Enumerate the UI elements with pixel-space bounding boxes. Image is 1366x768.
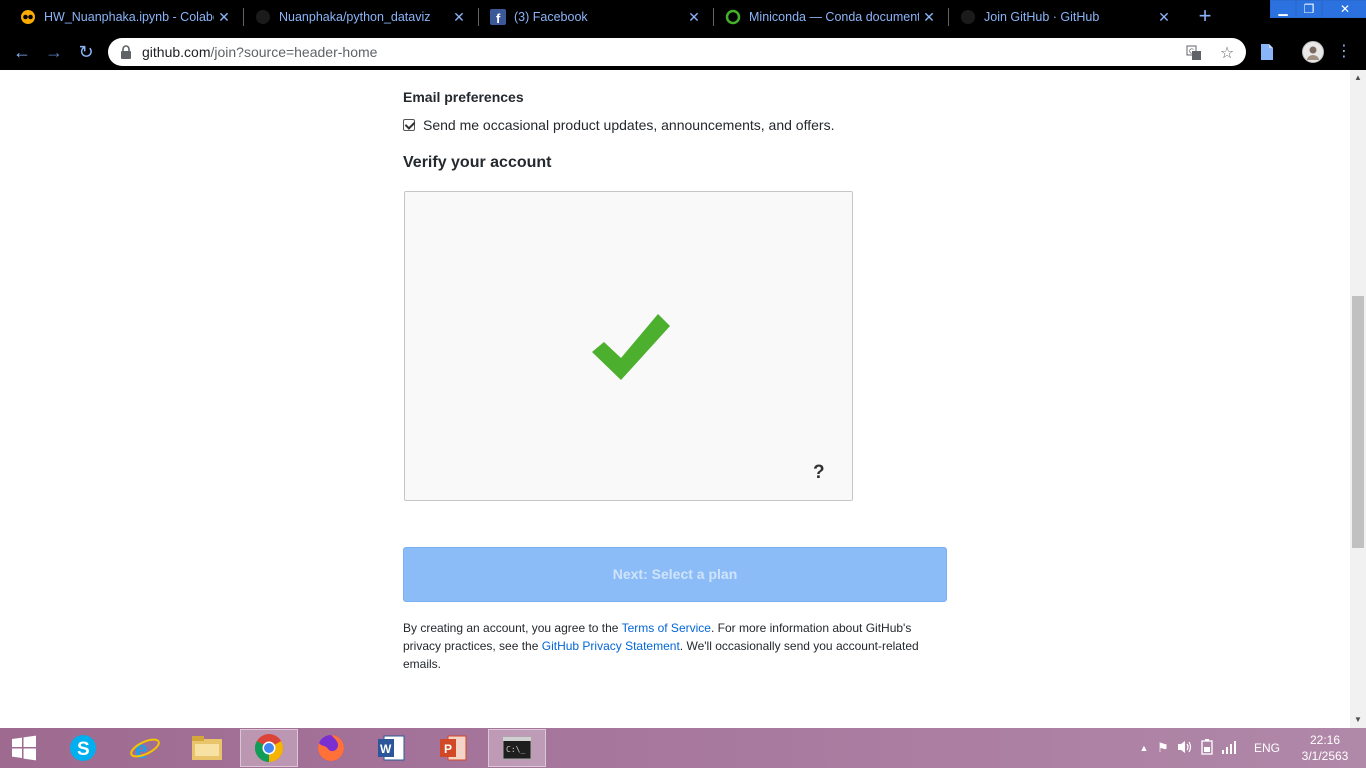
email-preferences-heading: Email preferences xyxy=(403,89,524,105)
svg-text:S: S xyxy=(77,739,90,760)
extension-doc-icon[interactable] xyxy=(1257,42,1277,62)
email-opt-in-label[interactable]: Send me occasional product updates, anno… xyxy=(423,117,834,133)
close-icon[interactable]: ✕ xyxy=(214,7,234,27)
taskbar-file-explorer[interactable] xyxy=(178,729,236,767)
svg-text:W: W xyxy=(380,742,392,756)
clock-date: 3/1/2563 xyxy=(1301,749,1349,763)
svg-text:C:\_: C:\_ xyxy=(506,745,525,754)
taskbar-firefox[interactable] xyxy=(302,729,360,767)
scroll-down-arrow[interactable]: ▼ xyxy=(1350,712,1366,728)
new-tab-button[interactable]: + xyxy=(1194,5,1216,28)
tab-title: (3) Facebook xyxy=(514,10,588,24)
word-icon: W xyxy=(378,735,405,761)
legal-notice: By creating an account, you agree to the… xyxy=(403,619,923,673)
page-scrollbar[interactable]: ▲ ▼ xyxy=(1350,70,1366,728)
close-icon[interactable]: ✕ xyxy=(1154,7,1174,27)
scroll-up-arrow[interactable]: ▲ xyxy=(1350,70,1366,86)
windows-logo-icon xyxy=(12,735,36,761)
command-prompt-icon: C:\_ xyxy=(502,736,532,760)
taskbar-command-prompt[interactable]: C:\_ xyxy=(488,729,546,767)
folder-icon xyxy=(192,736,222,760)
github-icon xyxy=(960,9,976,25)
clock-time: 22:16 xyxy=(1309,733,1341,747)
tab-facebook[interactable]: f (3) Facebook ✕ xyxy=(470,0,710,34)
url-host: github.com xyxy=(142,44,211,60)
close-window-button[interactable]: ✕ xyxy=(1322,0,1366,18)
url-text: github.com/join?source=header-home xyxy=(142,44,377,60)
power-icon[interactable] xyxy=(1196,738,1218,758)
bookmark-star-icon[interactable]: ☆ xyxy=(1218,44,1236,62)
windows-taskbar: S e W P C:\_ ▲ ⚑ ENG 22:16 3/1/2563 xyxy=(0,728,1366,768)
svg-text:G: G xyxy=(1189,49,1194,56)
svg-text:P: P xyxy=(444,742,452,756)
tab-join-github[interactable]: Join GitHub · GitHub ✕ xyxy=(940,0,1180,34)
terms-of-service-link[interactable]: Terms of Service xyxy=(622,621,711,635)
tab-colab[interactable]: HW_Nuanphaka.ipynb - Colabor ✕ xyxy=(0,0,240,34)
next-select-plan-button[interactable]: Next: Select a plan xyxy=(403,547,947,602)
taskbar-chrome[interactable] xyxy=(240,729,298,767)
verify-account-heading: Verify your account xyxy=(403,154,552,171)
taskbar-word[interactable]: W xyxy=(362,729,420,767)
tab-python-dataviz[interactable]: Nuanphaka/python_dataviz ✕ xyxy=(235,0,475,34)
captcha-help-button[interactable]: ? xyxy=(813,462,825,484)
conda-icon xyxy=(725,9,741,25)
menu-icon[interactable]: ⋮ xyxy=(1334,42,1354,62)
chrome-icon xyxy=(255,734,283,762)
url-path: /join?source=header-home xyxy=(210,44,378,60)
forward-button[interactable]: → xyxy=(44,42,64,62)
reload-button[interactable]: ↻ xyxy=(76,42,96,62)
show-hidden-icons-icon[interactable]: ▲ xyxy=(1136,743,1152,753)
svg-text:e: e xyxy=(135,734,147,763)
windows-start-button[interactable] xyxy=(0,729,48,767)
email-opt-in-row: Send me occasional product updates, anno… xyxy=(403,117,834,133)
tab-title: Miniconda — Conda documenta xyxy=(749,10,919,24)
tab-title: Nuanphaka/python_dataviz xyxy=(279,10,431,24)
tab-miniconda[interactable]: Miniconda — Conda documenta ✕ xyxy=(705,0,945,34)
profile-avatar[interactable] xyxy=(1302,41,1324,63)
facebook-icon: f xyxy=(490,9,506,25)
svg-text:f: f xyxy=(496,11,501,25)
tab-title: Join GitHub · GitHub xyxy=(984,10,1100,24)
back-button[interactable]: ← xyxy=(12,42,32,62)
github-icon xyxy=(255,9,271,25)
volume-icon[interactable] xyxy=(1174,740,1196,757)
taskbar-skype[interactable]: S xyxy=(54,729,112,767)
firefox-icon xyxy=(318,735,344,761)
email-opt-in-checkbox[interactable] xyxy=(403,119,415,131)
address-bar[interactable]: github.com/join?source=header-home G ☆ xyxy=(108,38,1246,66)
close-icon[interactable]: ✕ xyxy=(684,7,704,27)
colab-icon xyxy=(20,9,36,25)
page-content: Email preferences Send me occasional pro… xyxy=(0,70,1350,728)
browser-tab-strip: HW_Nuanphaka.ipynb - Colabor ✕ Nuanphaka… xyxy=(0,0,1366,34)
close-icon[interactable]: ✕ xyxy=(449,7,469,27)
window-controls: ▁ ❐ ✕ xyxy=(1270,0,1366,18)
captcha-panel[interactable]: ? xyxy=(404,191,853,501)
skype-icon: S xyxy=(70,735,96,761)
powerpoint-icon: P xyxy=(440,735,467,761)
system-tray: ▲ ⚑ ENG xyxy=(1136,728,1280,768)
internet-explorer-icon: e xyxy=(130,734,160,763)
input-language-indicator[interactable]: ENG xyxy=(1254,741,1280,755)
restore-button[interactable]: ❐ xyxy=(1296,0,1322,18)
minimize-button[interactable]: ▁ xyxy=(1270,0,1296,18)
legal-text: By creating an account, you agree to the xyxy=(403,621,622,635)
privacy-statement-link[interactable]: GitHub Privacy Statement xyxy=(542,639,680,653)
translate-icon[interactable]: G xyxy=(1185,44,1203,62)
lock-icon xyxy=(120,45,132,59)
browser-toolbar: ← → ↻ github.com/join?source=header-home… xyxy=(0,34,1366,70)
tab-title: HW_Nuanphaka.ipynb - Colabor xyxy=(44,10,214,24)
close-icon[interactable]: ✕ xyxy=(919,7,939,27)
checkmark-icon xyxy=(592,314,670,380)
taskbar-clock[interactable]: 22:16 3/1/2563 xyxy=(1294,732,1356,764)
taskbar-internet-explorer[interactable]: e xyxy=(116,729,174,767)
taskbar-powerpoint[interactable]: P xyxy=(424,729,482,767)
scrollbar-thumb[interactable] xyxy=(1352,296,1364,548)
network-signal-icon[interactable] xyxy=(1218,740,1240,757)
action-center-flag-icon[interactable]: ⚑ xyxy=(1152,740,1174,756)
